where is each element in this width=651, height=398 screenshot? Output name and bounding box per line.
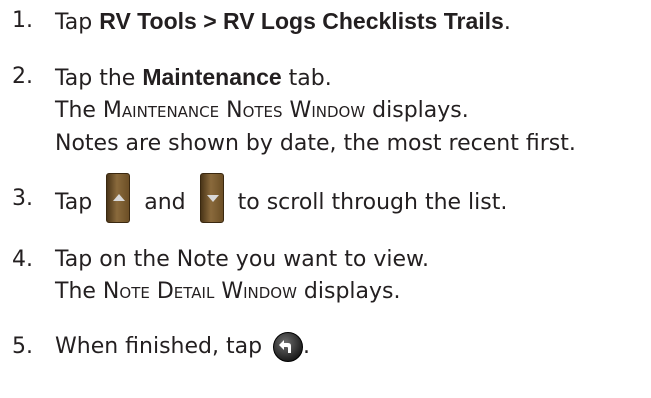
step-number: 1. xyxy=(12,8,33,33)
step-number: 2. xyxy=(12,64,33,89)
instruction-steps: 1. Tap RV Tools > RV Logs Checklists Trai… xyxy=(0,0,651,398)
step-number: 3. xyxy=(12,186,33,211)
menu-path: RV Tools > RV Logs Checklists Trails xyxy=(99,8,504,34)
step-text: Tap xyxy=(55,10,100,35)
step-text: Tap on the Note you want to view. xyxy=(55,247,429,272)
step-3: 3. Tap and to scroll through the list. xyxy=(12,173,507,223)
step-text-end: tab. xyxy=(281,66,332,91)
step-text: Tap the xyxy=(55,66,143,91)
step-1: 1. Tap RV Tools > RV Logs Checklists Trai… xyxy=(12,5,511,39)
step-number: 4. xyxy=(12,247,33,272)
note-order-text: Notes are shown by date, the most recent… xyxy=(55,131,576,156)
window-name-line: The MAINTENANCE NOTES WINDOW displays. xyxy=(55,98,469,123)
window-name-line: The NOTE DETAIL WINDOW displays. xyxy=(55,279,401,304)
step-number: 5. xyxy=(12,334,33,359)
step-5: 5. When finished, tap . xyxy=(12,331,310,363)
scroll-up-arrow-icon xyxy=(106,173,131,223)
scroll-down-arrow-icon xyxy=(199,173,224,223)
step-2: 2. Tap the Maintenance tab. The MAINTENA… xyxy=(12,61,576,160)
step-text-end: . xyxy=(503,10,511,35)
back-arrow-icon xyxy=(273,332,304,362)
step-4: 4. Tap on the Note you want to view. The… xyxy=(12,244,429,309)
tab-name: Maintenance xyxy=(142,64,282,90)
